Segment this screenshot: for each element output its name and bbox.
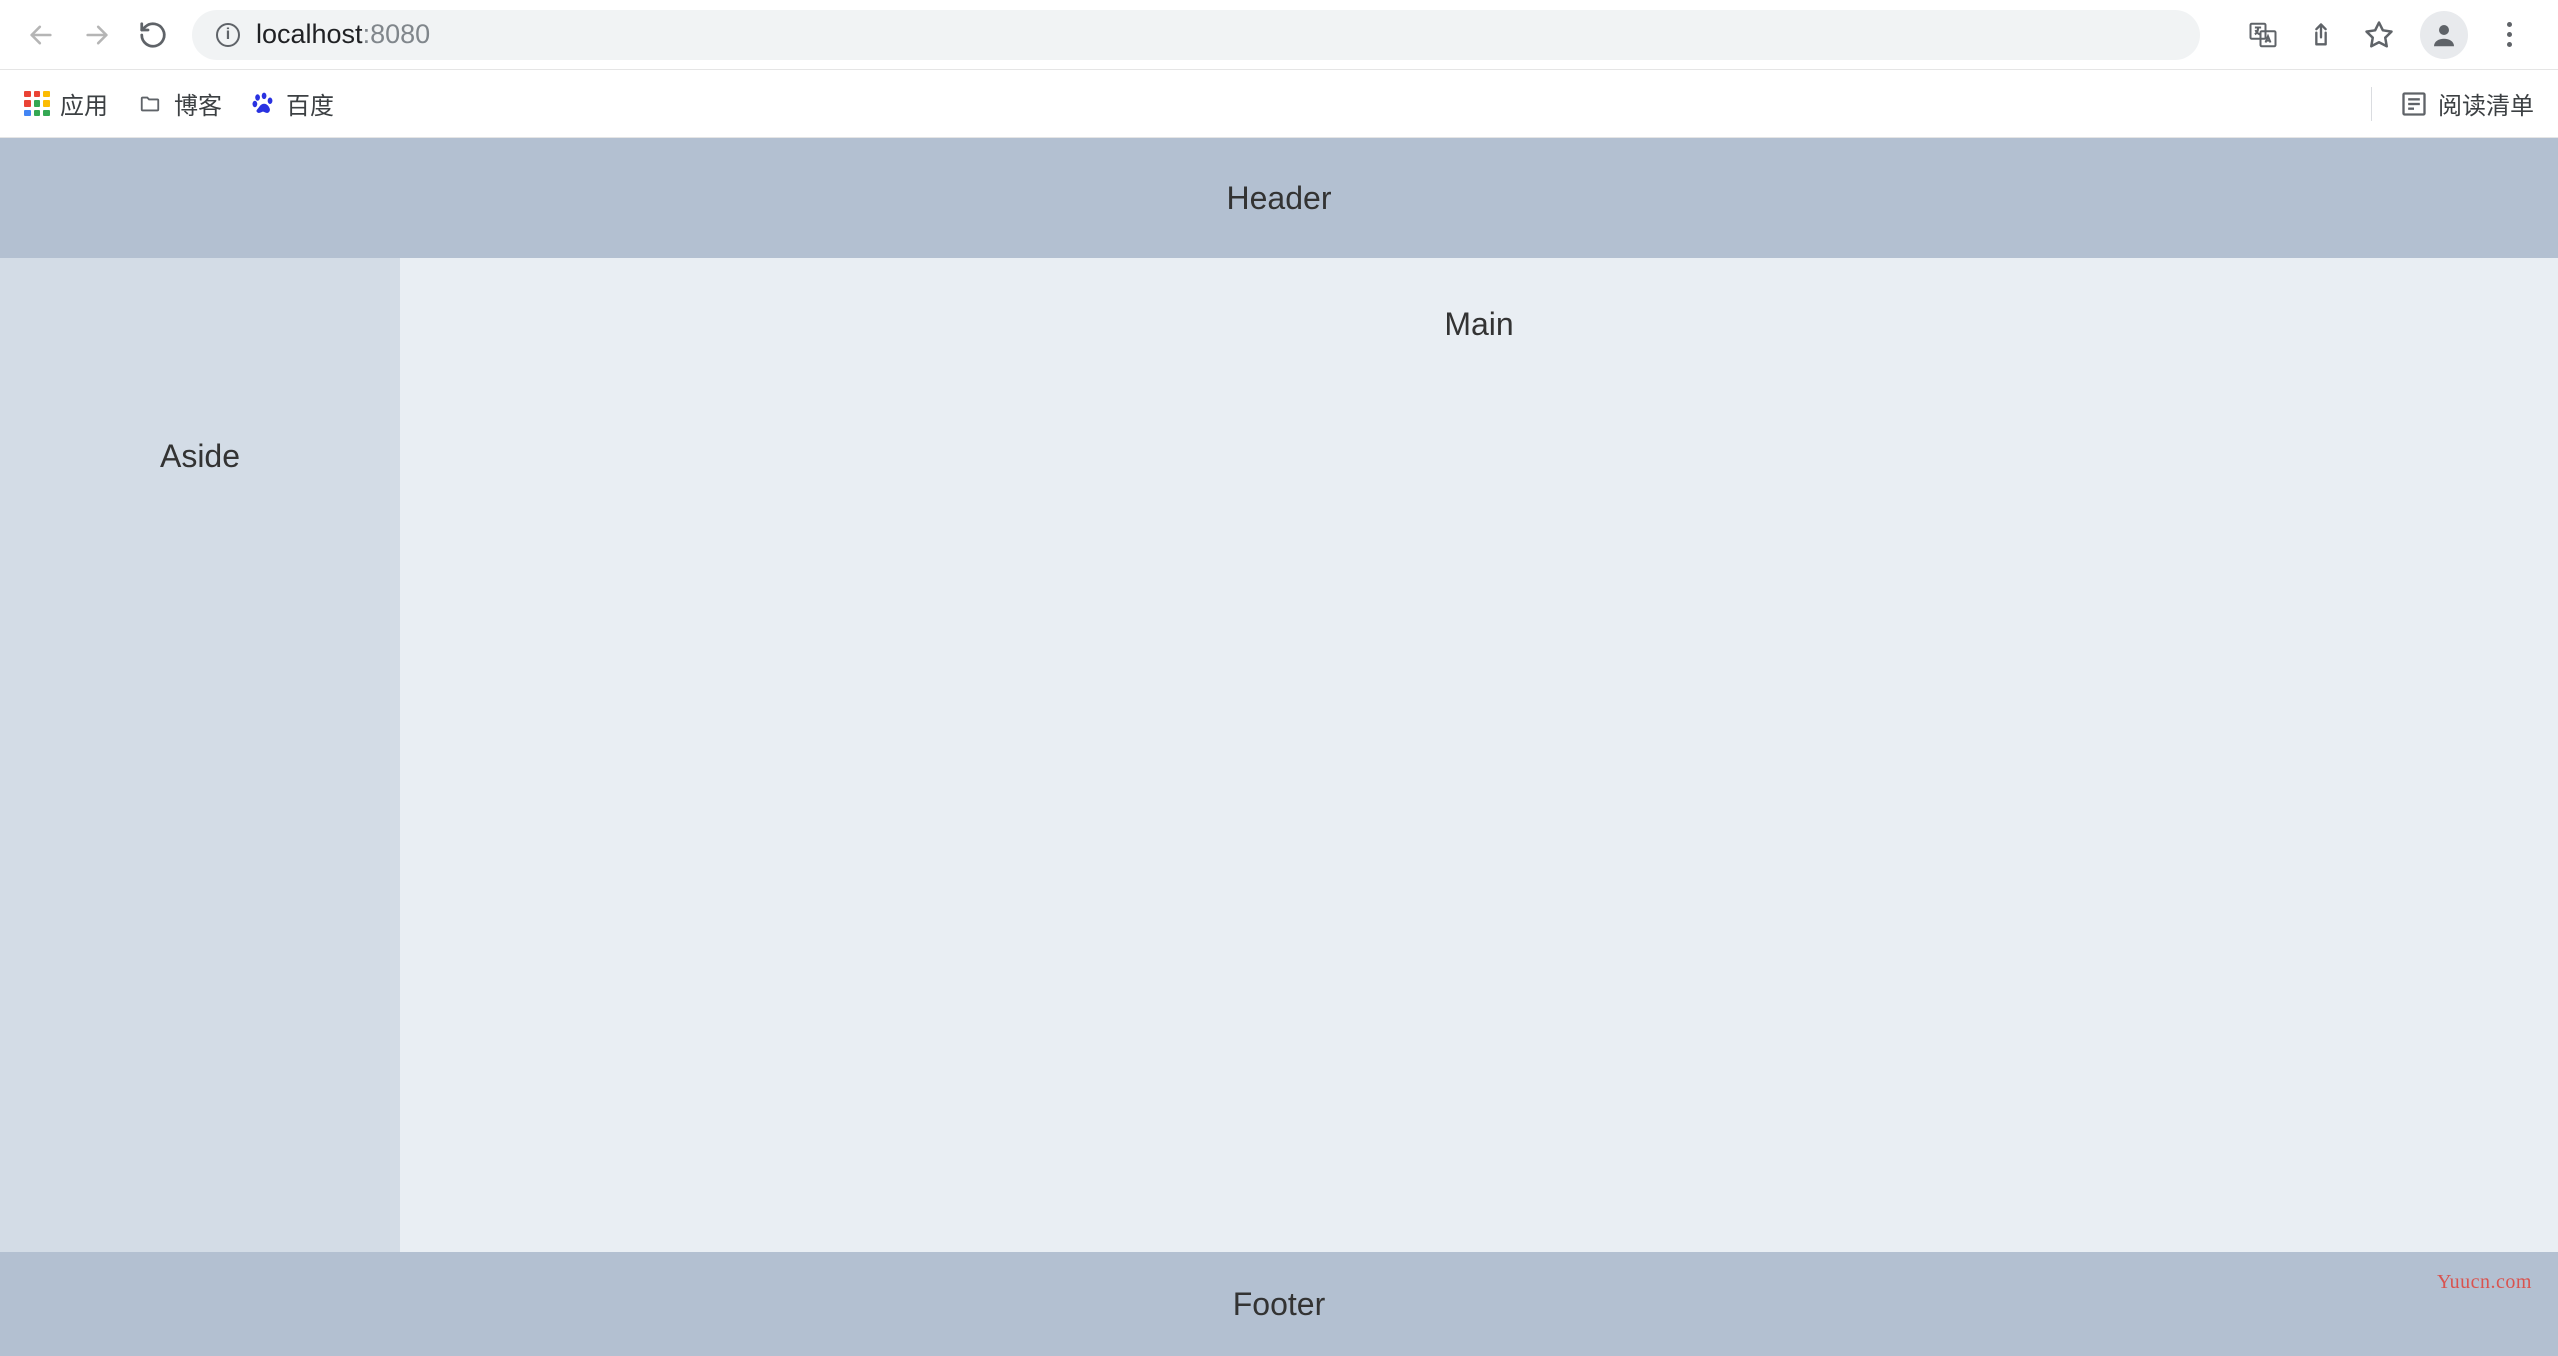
back-button[interactable] — [24, 18, 58, 52]
bookmark-blog-label: 博客 — [174, 86, 222, 121]
bookmarks-right: 阅读清单 — [2371, 86, 2534, 121]
watermark: Yuucn.com — [2437, 1271, 2532, 1294]
viewport: Header Aside Main Footer Yuucn.com — [0, 138, 2558, 1356]
layout-container: Header Aside Main Footer — [0, 138, 2558, 1356]
layout-footer: Footer — [0, 1252, 2558, 1356]
layout-aside: Aside — [0, 258, 400, 1252]
apps-grid-icon — [24, 91, 50, 117]
url-port: :8080 — [363, 19, 431, 50]
bookmark-baidu[interactable]: 百度 — [250, 86, 334, 121]
baidu-paw-icon — [250, 91, 276, 117]
reading-list-icon — [2400, 90, 2428, 118]
apps-shortcut[interactable]: 应用 — [24, 86, 108, 121]
layout-main: Main — [400, 258, 2558, 1252]
profile-button[interactable] — [2420, 11, 2468, 59]
footer-text: Footer — [1233, 1286, 1325, 1323]
person-icon — [2429, 20, 2459, 50]
reading-list-label: 阅读清单 — [2438, 86, 2534, 121]
bookmark-star-button[interactable] — [2362, 18, 2396, 52]
kebab-icon — [2507, 22, 2512, 47]
arrow-left-icon — [27, 21, 55, 49]
folder-icon — [136, 93, 164, 115]
header-text: Header — [1227, 180, 1332, 217]
main-text: Main — [1444, 306, 1513, 343]
url-host: localhost — [256, 19, 363, 50]
arrow-right-icon — [83, 21, 111, 49]
star-icon — [2364, 20, 2394, 50]
forward-button[interactable] — [80, 18, 114, 52]
layout-header: Header — [0, 138, 2558, 258]
reload-button[interactable] — [136, 18, 170, 52]
translate-button[interactable] — [2246, 18, 2280, 52]
aside-text: Aside — [160, 438, 240, 475]
reading-list-button[interactable]: 阅读清单 — [2400, 86, 2534, 121]
address-bar[interactable]: i localhost:8080 — [192, 10, 2200, 60]
bookmarks-bar: 应用 博客 百度 阅读清单 — [0, 70, 2558, 138]
bookmark-baidu-label: 百度 — [286, 86, 334, 121]
chrome-menu-button[interactable] — [2492, 18, 2526, 52]
url-text: localhost:8080 — [256, 19, 430, 50]
share-icon — [2307, 21, 2335, 49]
apps-label: 应用 — [60, 86, 108, 121]
bookmark-blog[interactable]: 博客 — [136, 86, 222, 121]
site-info-icon[interactable]: i — [216, 23, 240, 47]
reload-icon — [138, 20, 168, 50]
browser-toolbar: i localhost:8080 — [0, 0, 2558, 70]
toolbar-right — [2246, 11, 2534, 59]
layout-body: Aside Main — [0, 258, 2558, 1252]
divider — [2371, 87, 2372, 121]
share-button[interactable] — [2304, 18, 2338, 52]
translate-icon — [2248, 20, 2278, 50]
